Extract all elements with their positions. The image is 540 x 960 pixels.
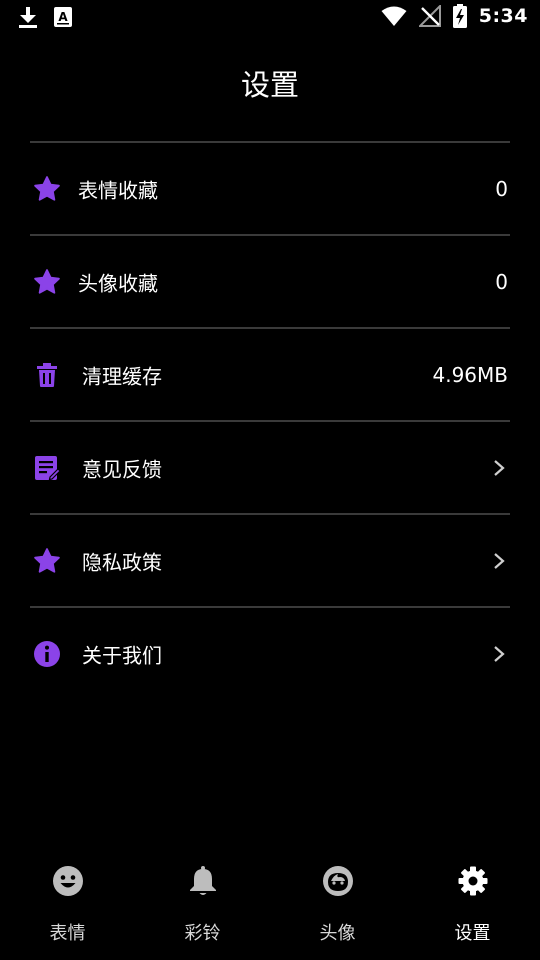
nav-item-ringtones[interactable]: 彩铃 [135, 848, 270, 960]
settings-item-label: 意见反馈 [82, 457, 162, 481]
nav-label: 表情 [49, 923, 86, 944]
nav-label: 彩铃 [184, 923, 221, 944]
status-time: 5:34 [478, 5, 528, 27]
bottom-nav: 表情 彩铃 头像 设置 [0, 848, 540, 960]
bell-icon [186, 864, 220, 898]
font-a-icon: A [54, 7, 72, 27]
nav-item-avatars[interactable]: 头像 [270, 848, 405, 960]
smiley-icon [51, 864, 85, 898]
settings-item-clear-cache[interactable]: 清理缓存 4.96MB [30, 329, 510, 420]
star-icon [32, 267, 62, 297]
avatar-face-icon [321, 864, 355, 898]
star-icon [32, 174, 62, 204]
gear-icon [456, 864, 490, 898]
chevron-right-icon [492, 644, 506, 664]
trash-icon [32, 360, 62, 390]
settings-item-privacy-policy[interactable]: 隐私政策 [30, 515, 510, 606]
info-icon [32, 639, 62, 669]
no-signal-icon [418, 5, 441, 27]
settings-item-label: 清理缓存 [82, 364, 162, 388]
battery-charging-icon [452, 4, 467, 28]
chevron-right-icon [492, 458, 506, 478]
download-icon [18, 6, 38, 28]
settings-item-value: 0 [495, 269, 508, 294]
settings-item-feedback[interactable]: 意见反馈 [30, 422, 510, 513]
settings-screen: A 5:34 设置 表情收藏 0 头像收藏 0 清理缓存 4.96MB 意见反馈… [0, 0, 540, 960]
nav-label: 头像 [319, 923, 356, 944]
settings-item-avatar-favorites[interactable]: 头像收藏 0 [30, 236, 510, 327]
settings-item-about-us[interactable]: 关于我们 [30, 608, 510, 699]
settings-item-label: 隐私政策 [82, 550, 162, 574]
nav-label: 设置 [454, 923, 491, 944]
status-bar: A 5:34 [0, 0, 540, 36]
settings-item-label: 关于我们 [82, 643, 162, 667]
settings-item-value: 4.96MB [432, 362, 508, 387]
nav-item-settings[interactable]: 设置 [405, 848, 540, 960]
page-title: 设置 [240, 68, 299, 102]
wifi-icon [381, 5, 407, 27]
settings-item-label: 表情收藏 [78, 178, 158, 202]
settings-item-sticker-favorites[interactable]: 表情收藏 0 [30, 143, 510, 234]
chevron-right-icon [492, 551, 506, 571]
feedback-icon [32, 453, 62, 483]
settings-item-label: 头像收藏 [78, 271, 158, 295]
svg-text:A: A [58, 10, 68, 24]
settings-list: 表情收藏 0 头像收藏 0 清理缓存 4.96MB 意见反馈 隐私政策 关于我们 [30, 141, 510, 699]
nav-item-stickers[interactable]: 表情 [0, 848, 135, 960]
settings-item-value: 0 [495, 176, 508, 201]
star-icon [32, 546, 62, 576]
